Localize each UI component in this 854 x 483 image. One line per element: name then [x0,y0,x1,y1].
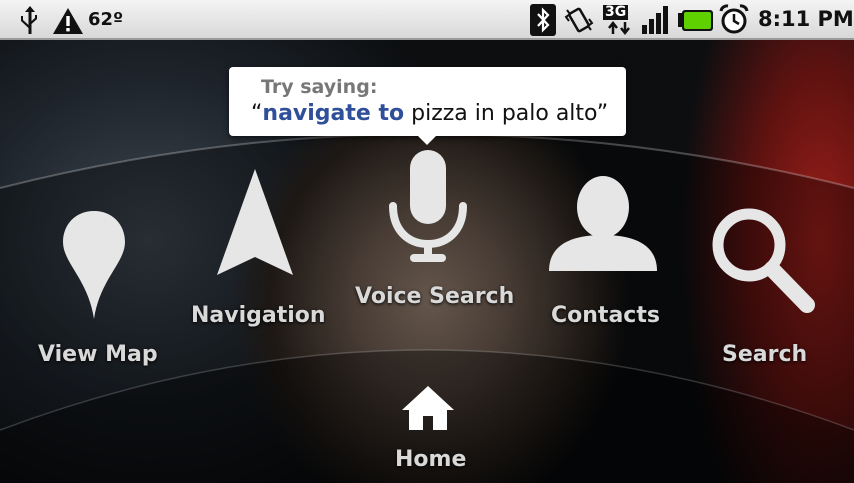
search-button[interactable]: Search [705,205,825,375]
contacts-button[interactable]: Contacts [535,175,670,335]
home-button[interactable]: Home [380,382,476,477]
view-map-label: View Map [38,342,158,367]
tooltip-arrow [417,135,437,145]
status-bar: 62º 3G 8:11 PM [0,0,854,40]
alarm-icon [719,4,749,34]
tooltip-example-phrase: “navigate to pizza in palo alto” [251,101,608,126]
tooltip-highlight: navigate to [262,101,405,126]
usb-icon [21,6,37,34]
house-icon [402,386,454,430]
tooltip-title: Try saying: [261,76,378,98]
temperature-readout: 62º [88,9,124,30]
signal-icon [642,6,668,34]
bluetooth-icon [530,4,556,36]
contacts-label: Contacts [551,303,660,328]
home-label: Home [395,447,467,472]
map-pin-icon [63,211,125,319]
navigation-button[interactable]: Navigation [185,165,326,335]
tooltip-phrase: pizza in palo alto [404,101,597,126]
close-quote: ” [596,101,609,126]
vibrate-icon [564,7,594,33]
network-type-label: 3G [603,4,629,20]
voice-search-button[interactable]: Voice Search [350,148,514,313]
magnifier-icon [712,208,815,313]
network-3g-icon: 3G [603,5,635,35]
navigation-arrow-icon [217,169,293,275]
battery-icon [678,10,713,31]
clock: 8:11 PM [758,7,854,31]
open-quote: “ [251,101,263,126]
warning-icon [53,8,83,34]
view-map-button[interactable]: View Map [30,205,160,375]
search-label: Search [722,342,808,367]
microphone-icon [389,150,467,262]
navigation-label: Navigation [191,303,326,328]
voice-search-label: Voice Search [355,284,515,309]
person-icon [549,176,657,271]
voice-hint-tooltip: Try saying: “navigate to pizza in palo a… [229,67,626,136]
